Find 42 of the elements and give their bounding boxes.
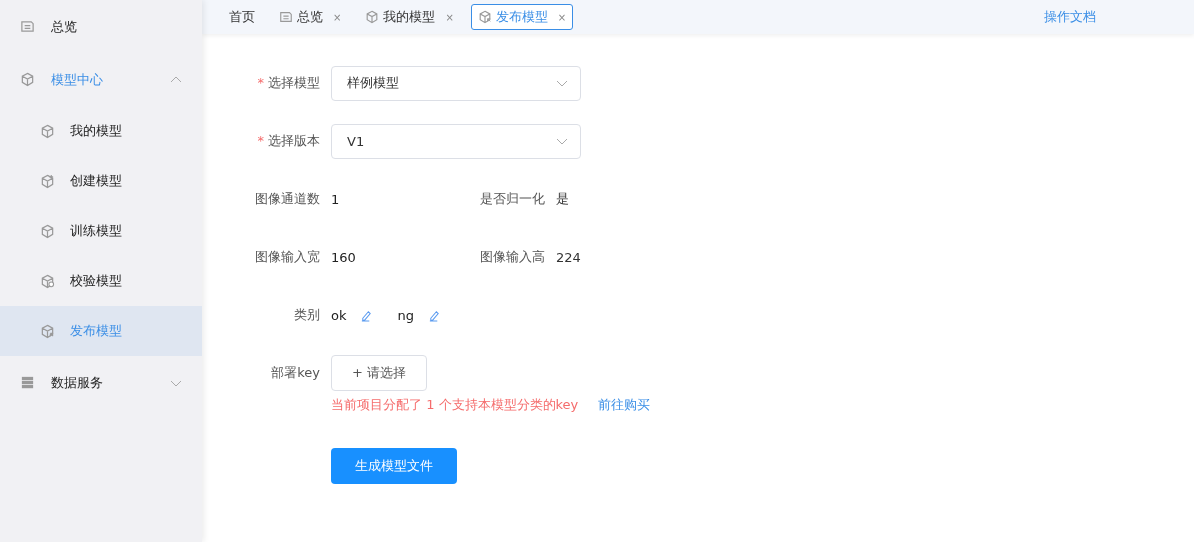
field-value: 160 — [331, 249, 357, 265]
database-icon — [20, 375, 35, 390]
sidebar-item[interactable]: 总览 — [0, 0, 202, 53]
select-field[interactable]: V1 — [331, 123, 581, 159]
cube-icon — [40, 173, 55, 189]
cube-icon — [365, 10, 380, 24]
category-name: ok — [331, 307, 347, 323]
pencil-icon[interactable] — [428, 308, 441, 322]
cube-icon — [20, 72, 35, 87]
field-label: 图像通道数 — [254, 190, 320, 208]
cube-icon — [477, 10, 492, 24]
cube-icon — [40, 323, 55, 339]
cube-icon — [40, 223, 55, 239]
field-label: 类别 — [293, 306, 320, 324]
field-label: * 选择模型 — [256, 74, 320, 92]
tab[interactable]: 我的模型 × — [358, 4, 461, 30]
field-label: 图像输入高 — [479, 248, 545, 266]
select-button[interactable]: + 请选择 — [331, 355, 428, 391]
cube-icon — [40, 273, 55, 289]
field-value: 224 — [556, 249, 581, 265]
sidebar-item[interactable]: 数据服务 — [0, 356, 202, 409]
field-value: 1 — [331, 191, 341, 207]
tab[interactable]: 首页 — [222, 4, 262, 30]
field-label: 部署key — [270, 364, 320, 382]
select-field[interactable]: 样例模型 — [331, 65, 581, 101]
sidebar-item[interactable]: 校验模型 — [0, 256, 202, 306]
category-name: ng — [397, 307, 414, 323]
field-label: 是否归一化 — [479, 190, 545, 208]
folder-icon — [20, 19, 35, 34]
buy-link[interactable]: 前往购买 — [598, 396, 651, 414]
tab[interactable]: 总览 × — [272, 4, 349, 30]
notice-text: 当前项目分配了 1 个支持本模型分类的key — [331, 396, 579, 414]
sidebar-item[interactable]: 训练模型 — [0, 206, 202, 256]
sidebar-item[interactable]: 我的模型 — [0, 106, 202, 156]
folder-icon — [279, 10, 293, 24]
field-label: * 选择版本 — [256, 132, 320, 150]
sidebar-item[interactable]: 创建模型 — [0, 156, 202, 206]
cube-icon — [40, 123, 55, 139]
field-value: 是 — [556, 190, 569, 208]
field-label: 图像输入宽 — [254, 248, 320, 266]
pencil-icon[interactable] — [360, 308, 374, 322]
tab[interactable]: 发布模型 × — [470, 4, 574, 30]
